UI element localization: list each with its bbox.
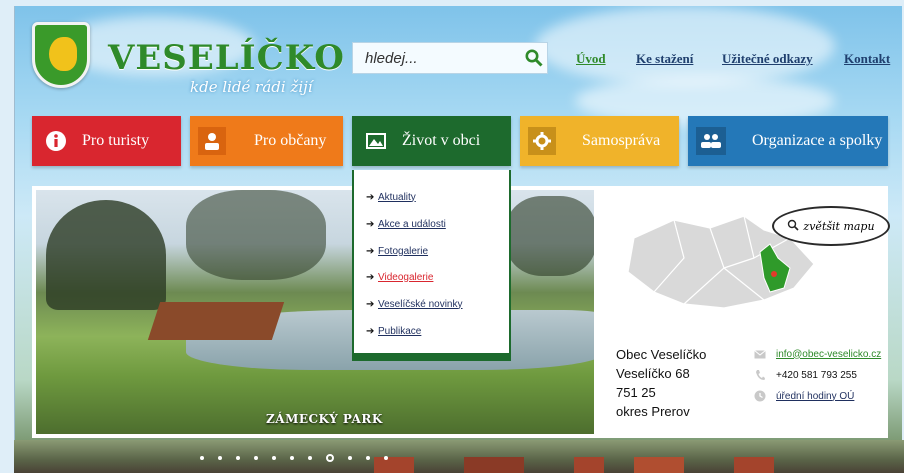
- email-link[interactable]: info@obec-veselicko.cz: [776, 349, 881, 360]
- info-icon: [44, 129, 68, 153]
- people-icon: [696, 127, 726, 155]
- phone-number: +420 581 793 255: [776, 369, 857, 381]
- submenu-label: Akce a události: [378, 218, 446, 230]
- search-icon[interactable]: [525, 49, 543, 67]
- submenu-label: Fotogalerie: [378, 245, 429, 257]
- topnav-link-ke-stazeni[interactable]: Ke stažení: [636, 51, 693, 67]
- arrow-right-icon: ➔: [366, 298, 375, 310]
- slider-dot[interactable]: [272, 456, 276, 460]
- menu-label: Pro turisty: [82, 132, 150, 149]
- submenu-item-fotogalerie[interactable]: ➔ Fotogalerie: [366, 244, 428, 258]
- arrow-right-icon: ➔: [366, 325, 375, 337]
- gear-icon: [528, 127, 556, 155]
- slider-dot[interactable]: [308, 456, 312, 460]
- arrow-right-icon: ➔: [366, 271, 375, 283]
- contact-phone-row: +420 581 793 255: [754, 367, 857, 383]
- submenu-label: Veselíčské novinky: [378, 298, 463, 310]
- phone-icon: [754, 369, 766, 381]
- search-box: [352, 42, 548, 74]
- menu-label: Samospráva: [582, 132, 661, 149]
- address-street: Veselíčko 68: [616, 366, 690, 381]
- village-panorama-strip: [14, 440, 904, 473]
- menu-label: Pro občany: [254, 132, 327, 149]
- contact-hours-row: úřední hodiny OÚ: [754, 388, 854, 404]
- topnav-link-uvod[interactable]: Úvod: [576, 51, 606, 67]
- slider-dot-active[interactable]: [326, 454, 334, 462]
- menu-label: Život v obci: [402, 132, 481, 149]
- submenu-item-publikace[interactable]: ➔ Publikace: [366, 324, 421, 338]
- slider-dot[interactable]: [236, 456, 240, 460]
- submenu-label: Videogalerie: [378, 271, 434, 283]
- office-hours-link[interactable]: úřední hodiny OÚ: [776, 391, 854, 402]
- enlarge-map-button[interactable]: zvětšit mapu: [772, 206, 890, 246]
- submenu-label: Aktuality: [378, 191, 416, 203]
- address-zip: 751 25: [616, 385, 656, 400]
- photo-caption: ZÁMECKÝ PARK: [266, 412, 383, 426]
- slider-dot[interactable]: [254, 456, 258, 460]
- enlarge-map-label: zvětšit mapu: [803, 219, 875, 233]
- magnifier-icon: [787, 219, 799, 234]
- clock-icon: [754, 390, 766, 402]
- person-icon: [198, 127, 226, 155]
- slider-dot[interactable]: [366, 456, 370, 460]
- topnav-link-kontakt[interactable]: Kontakt: [844, 51, 890, 67]
- submenu-zivot-v-obci: ➔ Aktuality ➔ Akce a události ➔ Fotogale…: [352, 170, 511, 361]
- slider-dots: [200, 454, 388, 462]
- coat-of-arms-logo[interactable]: [32, 22, 90, 88]
- menu-item-zivot-v-obci[interactable]: Život v obci: [352, 116, 511, 166]
- menu-item-pro-obcany[interactable]: Pro občany: [190, 116, 343, 166]
- site-title[interactable]: VESELÍČKO: [108, 38, 345, 78]
- mail-icon: [754, 348, 766, 360]
- slider-dot[interactable]: [218, 456, 222, 460]
- slider-dot[interactable]: [384, 456, 388, 460]
- slider-dot[interactable]: [348, 456, 352, 460]
- slider-dot[interactable]: [200, 456, 204, 460]
- submenu-item-veselicske-novinky[interactable]: ➔ Veselíčské novinky: [366, 297, 463, 311]
- municipality-name: Obec Veselíčko: [616, 347, 707, 362]
- arrow-right-icon: ➔: [366, 191, 375, 203]
- topnav-link-uzitecne-odkazy[interactable]: Užitečné odkazy: [722, 51, 813, 67]
- menu-label: Organizace a spolky: [752, 132, 883, 149]
- slider-dot[interactable]: [290, 456, 294, 460]
- contact-address: Obec Veselíčko Veselíčko 68 751 25 okres…: [616, 345, 706, 421]
- site-motto: kde lidé rádi žijí: [190, 78, 313, 96]
- arrow-right-icon: ➔: [366, 245, 375, 257]
- submenu-item-aktuality[interactable]: ➔ Aktuality: [366, 190, 416, 204]
- menu-item-samosprava[interactable]: Samospráva: [520, 116, 679, 166]
- submenu-item-videogalerie[interactable]: ➔ Videogalerie: [366, 270, 433, 284]
- submenu-label: Publikace: [378, 325, 422, 337]
- search-input[interactable]: [353, 43, 523, 73]
- picture-icon: [364, 129, 388, 153]
- arrow-right-icon: ➔: [366, 218, 375, 230]
- menu-item-organizace-a-spolky[interactable]: Organizace a spolky: [688, 116, 888, 166]
- contact-email-row: info@obec-veselicko.cz: [754, 346, 881, 362]
- submenu-item-akce[interactable]: ➔ Akce a události: [366, 217, 446, 231]
- menu-item-pro-turisty[interactable]: Pro turisty: [32, 116, 181, 166]
- address-district: okres Prerov: [616, 404, 690, 419]
